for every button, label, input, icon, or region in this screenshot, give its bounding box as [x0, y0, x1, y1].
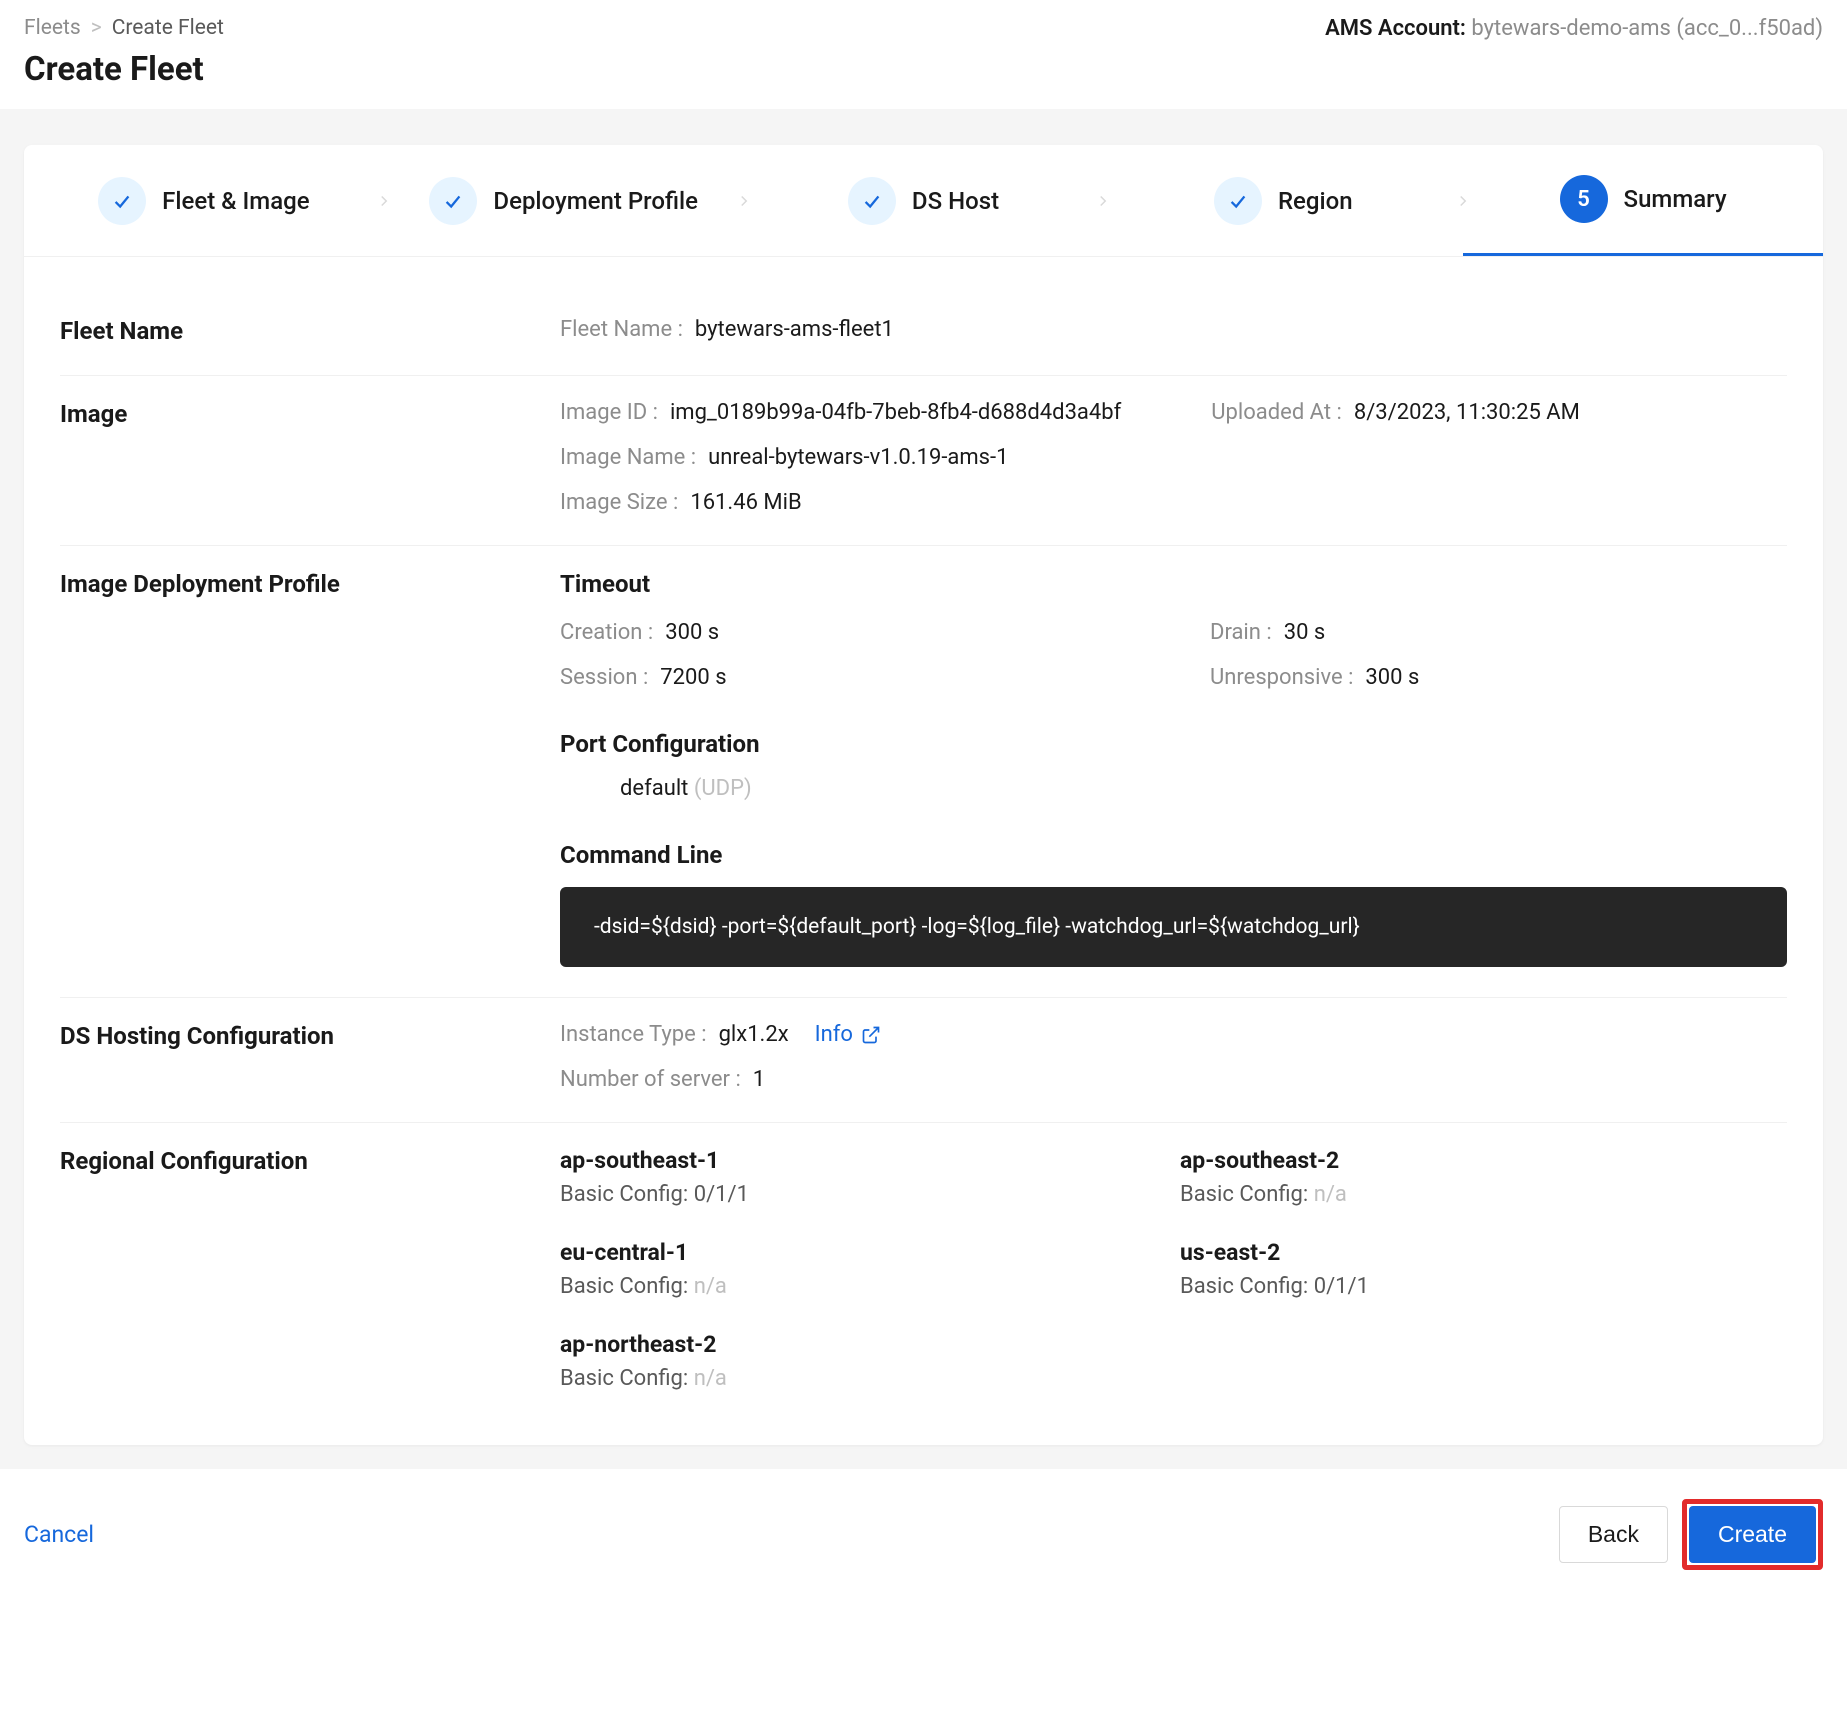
- image-id-label: Image ID :: [560, 400, 658, 425]
- section-regional: Regional Configuration ap-southeast-1 Bas…: [60, 1123, 1787, 1421]
- fleet-name-value: bytewars-ams-fleet1: [695, 317, 894, 342]
- region-config: Basic Config: n/a: [560, 1274, 1140, 1299]
- uploaded-at-label: Uploaded At :: [1211, 400, 1342, 425]
- session-label: Session :: [560, 665, 648, 690]
- region-name: us-east-2: [1180, 1239, 1760, 1266]
- creation-label: Creation :: [560, 620, 653, 645]
- unresponsive-value: 300 s: [1365, 665, 1419, 690]
- port-name: default: [620, 776, 688, 801]
- server-count-label: Number of server :: [560, 1067, 741, 1092]
- region-config: Basic Config: 0/1/1: [560, 1182, 1140, 1207]
- back-button[interactable]: Back: [1559, 1506, 1668, 1563]
- step-label: DS Host: [912, 187, 999, 215]
- breadcrumb: Fleets > Create Fleet: [24, 16, 224, 40]
- unresponsive-label: Unresponsive :: [1210, 665, 1353, 690]
- step-fleet-image[interactable]: Fleet & Image: [24, 145, 384, 256]
- section-heading: Image: [60, 400, 560, 515]
- step-summary[interactable]: 5 Summary: [1463, 145, 1823, 256]
- image-size-value: 161.46 MiB: [690, 490, 801, 515]
- check-icon: [1214, 177, 1262, 225]
- creation-value: 300 s: [665, 620, 719, 645]
- command-line-value: -dsid=${dsid} -port=${default_port} -log…: [560, 887, 1787, 967]
- section-heading: Regional Configuration: [60, 1147, 560, 1391]
- region-item: ap-northeast-2 Basic Config: n/a: [560, 1331, 1140, 1391]
- step-number-badge: 5: [1560, 175, 1608, 223]
- check-icon: [429, 177, 477, 225]
- check-icon: [98, 177, 146, 225]
- check-icon: [848, 177, 896, 225]
- stepper: Fleet & Image Deployment Profile DS Host: [24, 145, 1823, 257]
- port-protocol: (UDP): [694, 776, 752, 801]
- region-name: eu-central-1: [560, 1239, 1140, 1266]
- account-value: bytewars-demo-ams (acc_0...f50ad): [1471, 16, 1823, 41]
- step-ds-host[interactable]: DS Host: [744, 145, 1104, 256]
- region-item: us-east-2 Basic Config: 0/1/1: [1180, 1239, 1760, 1299]
- section-ds-hosting: DS Hosting Configuration Instance Type :…: [60, 998, 1787, 1123]
- breadcrumb-separator: >: [91, 16, 102, 40]
- fleet-name-label: Fleet Name :: [560, 317, 683, 342]
- section-heading: DS Hosting Configuration: [60, 1022, 560, 1092]
- session-value: 7200 s: [660, 665, 726, 690]
- image-name-value: unreal-bytewars-v1.0.19-ams-1: [708, 445, 1008, 470]
- server-count-value: 1: [753, 1067, 765, 1092]
- drain-value: 30 s: [1284, 620, 1326, 645]
- timeout-heading: Timeout: [560, 570, 1787, 598]
- region-config: Basic Config: n/a: [560, 1366, 1140, 1391]
- section-heading: Image Deployment Profile: [60, 570, 560, 967]
- create-button-highlight: Create: [1682, 1499, 1823, 1570]
- image-size-label: Image Size :: [560, 490, 678, 515]
- step-deployment-profile[interactable]: Deployment Profile: [384, 145, 744, 256]
- section-deployment-profile: Image Deployment Profile Timeout Creatio…: [60, 546, 1787, 998]
- breadcrumb-root[interactable]: Fleets: [24, 16, 81, 40]
- footer: Cancel Back Create: [0, 1469, 1847, 1580]
- instance-type-value: glx1.2x: [719, 1022, 789, 1047]
- image-id-value: img_0189b99a-04fb-7beb-8fb4-d688d4d3a4bf: [670, 400, 1121, 425]
- external-link-icon: [861, 1025, 881, 1045]
- step-label: Summary: [1624, 185, 1727, 213]
- page-title: Create Fleet: [24, 50, 224, 89]
- image-name-label: Image Name :: [560, 445, 696, 470]
- account-label: AMS Account:: [1325, 16, 1471, 41]
- step-region[interactable]: Region: [1103, 145, 1463, 256]
- region-name: ap-southeast-2: [1180, 1147, 1760, 1174]
- step-label: Region: [1278, 187, 1353, 215]
- section-fleet-name: Fleet Name Fleet Name : bytewars-ams-fle…: [60, 293, 1787, 376]
- section-image: Image Image ID : img_0189b99a-04fb-7beb-…: [60, 376, 1787, 546]
- region-item: ap-southeast-2 Basic Config: n/a: [1180, 1147, 1760, 1207]
- cancel-link[interactable]: Cancel: [24, 1521, 94, 1548]
- instance-type-label: Instance Type :: [560, 1022, 707, 1047]
- page-header: Fleets > Create Fleet Create Fleet AMS A…: [0, 0, 1847, 109]
- step-label: Fleet & Image: [162, 187, 309, 215]
- region-config: Basic Config: n/a: [1180, 1182, 1760, 1207]
- info-link[interactable]: Info: [815, 1022, 881, 1047]
- region-name: ap-northeast-2: [560, 1331, 1140, 1358]
- command-line-heading: Command Line: [560, 841, 1787, 869]
- region-item: eu-central-1 Basic Config: n/a: [560, 1239, 1140, 1299]
- port-config-heading: Port Configuration: [560, 730, 1787, 758]
- account-info: AMS Account: bytewars-demo-ams (acc_0...…: [1325, 16, 1823, 41]
- main-card: Fleet & Image Deployment Profile DS Host: [24, 145, 1823, 1445]
- region-item: ap-southeast-1 Basic Config: 0/1/1: [560, 1147, 1140, 1207]
- step-label: Deployment Profile: [493, 187, 698, 215]
- create-button[interactable]: Create: [1689, 1506, 1816, 1563]
- section-heading: Fleet Name: [60, 317, 560, 345]
- uploaded-at-value: 8/3/2023, 11:30:25 AM: [1354, 400, 1580, 425]
- drain-label: Drain :: [1210, 620, 1272, 645]
- region-config: Basic Config: 0/1/1: [1180, 1274, 1760, 1299]
- breadcrumb-current: Create Fleet: [112, 16, 224, 40]
- region-name: ap-southeast-1: [560, 1147, 1140, 1174]
